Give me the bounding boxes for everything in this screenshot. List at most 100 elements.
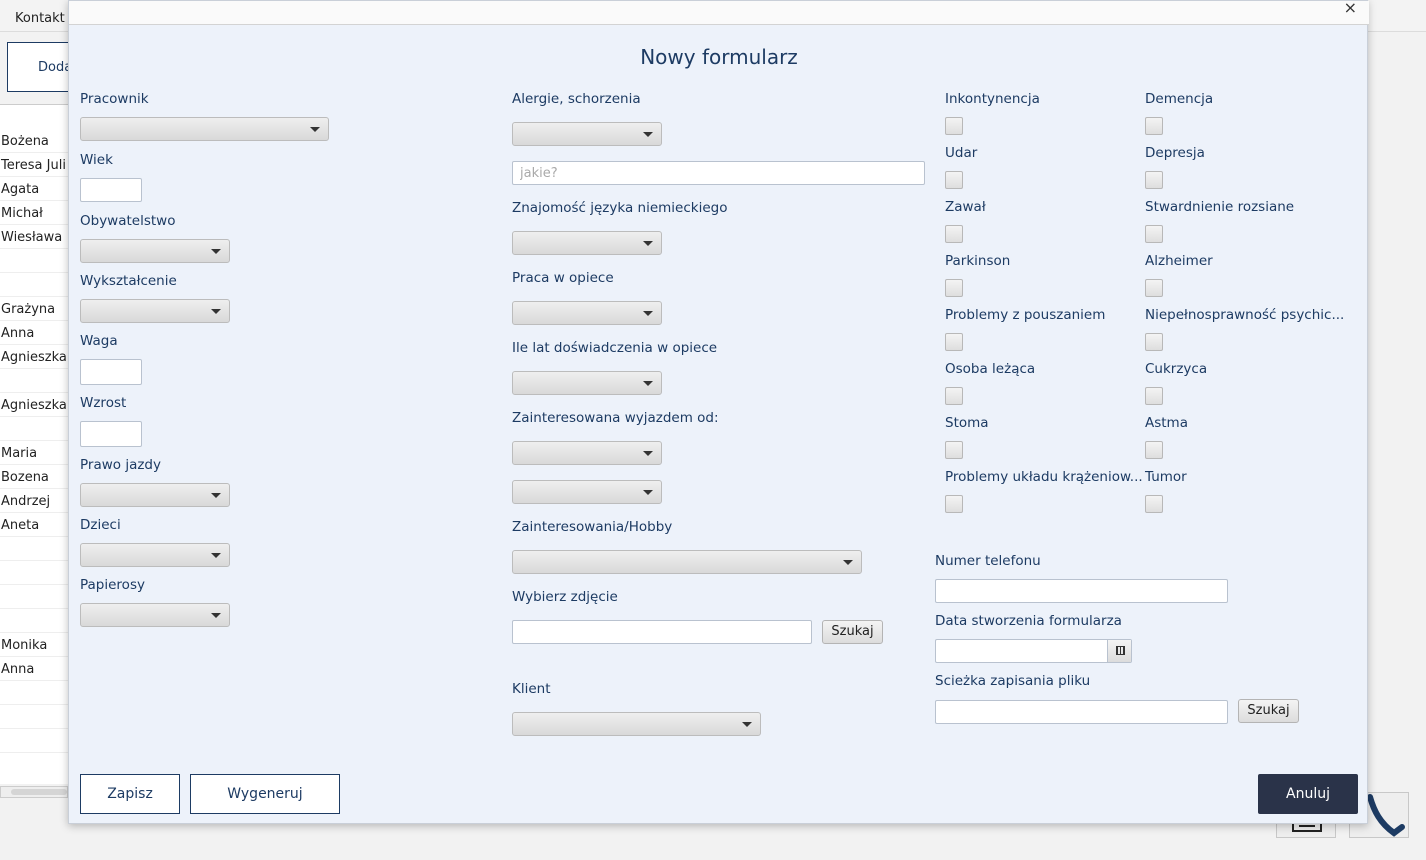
zdjecie-path-field[interactable] (512, 620, 812, 644)
papierosy-select[interactable] (80, 603, 230, 627)
table-row[interactable] (0, 249, 68, 273)
condition-checkbox[interactable] (1145, 441, 1163, 459)
background-name-list: Bożena Teresa Juli Agata Michał Wiesława Graż… (0, 104, 68, 784)
wiek-input[interactable] (81, 179, 141, 201)
jakie-field[interactable] (512, 161, 925, 185)
table-row[interactable] (0, 369, 68, 393)
table-row[interactable]: Agnieszka (0, 393, 68, 417)
scrollbar-thumb[interactable] (11, 789, 67, 795)
calendar-button[interactable] (1107, 640, 1131, 662)
chevron-down-icon (211, 553, 221, 558)
alergie-select[interactable] (512, 122, 662, 146)
condition-checkbox[interactable] (1145, 117, 1163, 135)
zdjecie-szukaj-button[interactable]: Szukaj (822, 620, 883, 644)
condition-label: Depresja (1145, 145, 1205, 161)
close-icon[interactable]: × (1344, 0, 1357, 17)
table-row[interactable] (0, 585, 68, 609)
zdjecie-path-input[interactable] (513, 621, 811, 643)
table-row[interactable] (0, 561, 68, 585)
condition-label: Niepełnosprawność psychic... (1145, 307, 1345, 323)
row-name: Agnieszka (1, 398, 67, 413)
pracownik-select[interactable] (80, 117, 329, 141)
ile-lat-select[interactable] (512, 371, 662, 395)
condition-checkbox[interactable] (1145, 495, 1163, 513)
table-row[interactable]: Andrzej (0, 489, 68, 513)
date-input[interactable] (936, 640, 1107, 662)
jezyk-select[interactable] (512, 231, 662, 255)
obywatelstwo-select[interactable] (80, 239, 230, 263)
sciezka-input[interactable] (936, 701, 1227, 723)
table-row[interactable] (0, 417, 68, 441)
table-row[interactable] (0, 681, 68, 705)
row-name: Wiesława (1, 230, 63, 245)
wiek-field[interactable] (80, 178, 142, 202)
prawo-jazdy-select[interactable] (80, 483, 230, 507)
table-row[interactable]: Anna (0, 657, 68, 681)
klient-select[interactable] (512, 712, 761, 736)
label-prawo-jazdy: Prawo jazdy (80, 457, 161, 473)
label-pracownik: Pracownik (80, 91, 149, 107)
table-row[interactable]: Agata (0, 177, 68, 201)
table-row[interactable]: Teresa Juli (0, 153, 68, 177)
chevron-down-icon (211, 249, 221, 254)
table-row[interactable] (0, 729, 68, 753)
waga-input[interactable] (81, 360, 141, 384)
row-name: Andrzej (1, 494, 51, 509)
condition-checkbox[interactable] (945, 117, 963, 135)
condition-checkbox[interactable] (1145, 333, 1163, 351)
table-row[interactable]: Maria (0, 441, 68, 465)
wyjazd-do-select[interactable] (512, 480, 662, 504)
table-row[interactable]: Michał (0, 201, 68, 225)
hobby-select[interactable] (512, 550, 862, 574)
wyksztalcenie-select[interactable] (80, 299, 230, 323)
waga-field[interactable] (80, 359, 142, 385)
telefon-input[interactable] (936, 580, 1227, 602)
sciezka-szukaj-button[interactable]: Szukaj (1238, 699, 1299, 723)
condition-checkbox[interactable] (945, 495, 963, 513)
jakie-input[interactable] (513, 162, 924, 184)
praca-select[interactable] (512, 301, 662, 325)
date-picker[interactable] (935, 639, 1132, 663)
sciezka-field[interactable] (935, 700, 1228, 724)
table-row[interactable]: Aneta (0, 513, 68, 537)
condition-label: Stoma (945, 415, 989, 431)
condition-checkbox[interactable] (1145, 279, 1163, 297)
table-row[interactable]: Wiesława (0, 225, 68, 249)
wzrost-input[interactable] (81, 422, 141, 446)
table-row[interactable] (0, 609, 68, 633)
table-row[interactable]: Bożena (0, 129, 68, 153)
zapisz-button[interactable]: Zapisz (80, 774, 180, 814)
table-row[interactable] (0, 537, 68, 561)
condition-checkbox[interactable] (945, 279, 963, 297)
condition-label: Cukrzyca (1145, 361, 1208, 377)
table-row[interactable]: Monika (0, 633, 68, 657)
condition-label: Osoba leżąca (945, 361, 1036, 377)
wzrost-field[interactable] (80, 421, 142, 447)
menu-kontakt[interactable]: Kontakt (15, 11, 65, 26)
table-row[interactable] (0, 705, 68, 729)
table-row[interactable] (0, 273, 68, 297)
table-row[interactable]: Grażyna (0, 297, 68, 321)
background-horizontal-scrollbar[interactable] (0, 786, 68, 798)
condition-label: Alzheimer (1145, 253, 1213, 269)
condition-checkbox[interactable] (945, 441, 963, 459)
wyjazd-od-select[interactable] (512, 441, 662, 465)
dzieci-select[interactable] (80, 543, 230, 567)
condition-checkbox[interactable] (1145, 387, 1163, 405)
condition-checkbox[interactable] (945, 387, 963, 405)
calendar-icon (1116, 646, 1125, 655)
condition-checkbox[interactable] (945, 225, 963, 243)
condition-checkbox[interactable] (945, 171, 963, 189)
wygeneruj-button[interactable]: Wygeneruj (190, 774, 340, 814)
anuluj-button[interactable]: Anuluj (1258, 774, 1358, 814)
table-row[interactable]: Anna (0, 321, 68, 345)
table-row[interactable]: Bozena (0, 465, 68, 489)
chevron-down-icon (643, 241, 653, 246)
table-row[interactable]: Agnieszka (0, 345, 68, 369)
condition-checkbox[interactable] (945, 333, 963, 351)
condition-checkbox[interactable] (1145, 225, 1163, 243)
telefon-field[interactable] (935, 579, 1228, 603)
chevron-down-icon (643, 132, 653, 137)
condition-checkbox[interactable] (1145, 171, 1163, 189)
label-papierosy: Papierosy (80, 577, 145, 593)
